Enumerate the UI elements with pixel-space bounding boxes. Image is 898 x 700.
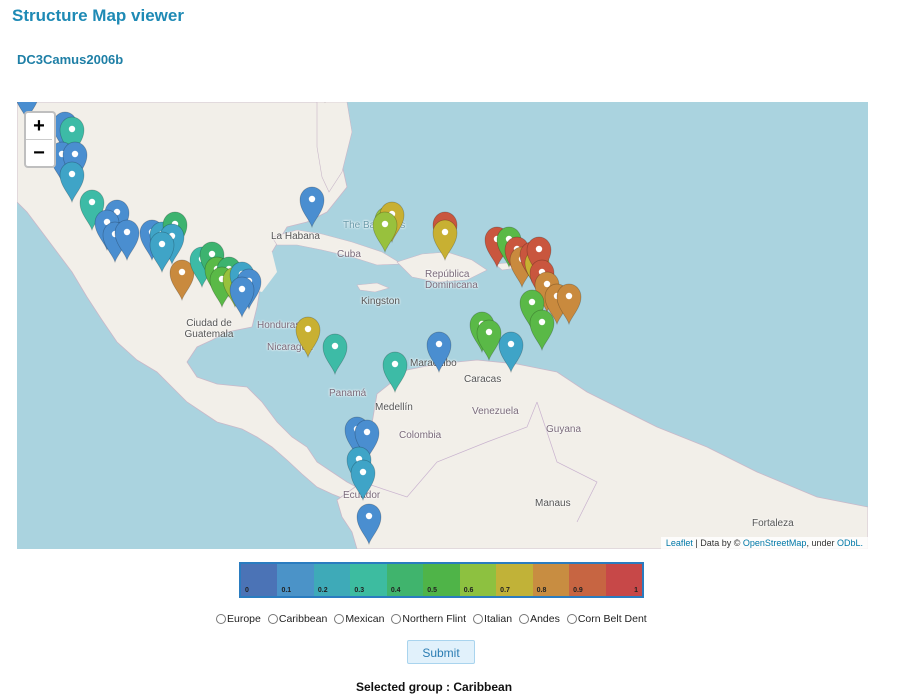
submit-button[interactable]: Submit [407,640,475,664]
legend-swatch: 0.6 [459,564,497,596]
legend-swatch: 0.4 [386,564,424,596]
map-marker[interactable] [372,211,398,254]
osm-link[interactable]: OpenStreetMap [743,538,807,548]
legend-tick: 0 [245,587,249,594]
legend-swatch: 0.8 [532,564,570,596]
map-marker[interactable] [295,316,321,359]
group-option[interactable]: Mexican [334,613,384,625]
radio-button[interactable] [473,614,484,624]
radio-button[interactable] [391,614,402,624]
odbl-link[interactable]: ODbL. [837,538,863,548]
map-marker[interactable] [498,331,524,374]
group-option-label: Italian [484,613,513,625]
map-marker[interactable] [59,161,85,204]
legend-swatch: 0.9 [569,564,606,596]
attribution-text: , under [806,538,837,548]
legend-tick: 0.2 [317,587,328,594]
map-marker[interactable] [556,283,582,326]
legend-tick: 0.4 [390,587,401,594]
radio-button[interactable] [519,614,530,624]
map-marker[interactable] [382,351,408,394]
map-marker[interactable] [149,231,175,274]
legend-tick: 0.7 [500,587,510,594]
map-marker[interactable] [426,331,452,374]
page-title: Structure Map viewer [12,6,184,25]
zoom-in-button[interactable]: + [26,113,52,140]
group-radio-group: Europe Caribbean Mexican Northern Flint Ital… [216,613,647,625]
legend-tick: 0.1 [281,587,292,594]
group-option-label: Mexican [345,613,385,625]
group-option-label: Caribbean [278,613,328,625]
radio-button[interactable] [216,614,226,624]
group-option[interactable]: Corn Belt Dent [566,613,647,625]
group-option-label: Europe [227,613,261,625]
legend-tick: 0.8 [536,587,547,594]
map-attribution: Leaflet | Data by © OpenStreetMap, under… [660,537,868,549]
legend-tick: 0.5 [427,587,437,594]
attribution-text: | Data by © [692,538,743,548]
map-marker[interactable] [476,319,502,362]
group-option-label: Andes [530,613,560,625]
map-marker[interactable] [350,459,376,502]
color-scale-legend: 0 0.1 0.2 0.3 0.4 0.5 0.6 0.7 0.8 0.9 1 [239,562,644,598]
legend-tick: 0.6 [463,587,474,594]
map-marker[interactable] [322,333,348,376]
map-marker[interactable] [229,276,255,319]
legend-swatch: 0 [241,564,278,596]
radio-button[interactable] [334,614,345,624]
legend-swatch: 0.7 [496,564,533,596]
marker-layer [17,102,582,546]
legend-swatch: 0.3 [350,564,387,596]
map-marker[interactable] [529,309,555,352]
selected-group-text: Selected group : Caribbean [356,680,513,694]
map-marker[interactable] [169,259,195,302]
map-marker[interactable] [299,186,325,229]
zoom-out-button[interactable]: − [26,140,52,166]
group-option-label: Northern Flint [402,613,467,625]
group-option[interactable]: Italian [473,613,512,625]
legend-swatch: 0.5 [423,564,460,596]
map-marker[interactable] [432,219,458,262]
map-marker[interactable] [356,503,382,546]
radio-button[interactable] [566,614,577,624]
map-view[interactable]: + − The Bahamas La Habana Cuba República… [17,102,868,549]
legend-swatch: 0.1 [277,564,314,596]
legend-swatch: 0.2 [313,564,351,596]
dataset-name: DC3Camus2006b [17,52,124,67]
group-option[interactable]: Europe [216,613,261,625]
leaflet-link[interactable]: Leaflet [666,538,693,548]
group-option[interactable]: Andes [519,613,560,625]
group-option[interactable]: Caribbean [267,613,328,625]
group-option-label: Corn Belt Dent [577,613,647,625]
legend-tick: 0.3 [354,587,365,594]
group-option[interactable]: Northern Flint [391,613,466,625]
radio-button[interactable] [267,614,278,624]
legend-tick: 0.9 [573,587,583,594]
zoom-control: + − [24,111,56,168]
legend-swatch: 1 [605,564,642,596]
legend-tick: 1 [634,587,638,594]
